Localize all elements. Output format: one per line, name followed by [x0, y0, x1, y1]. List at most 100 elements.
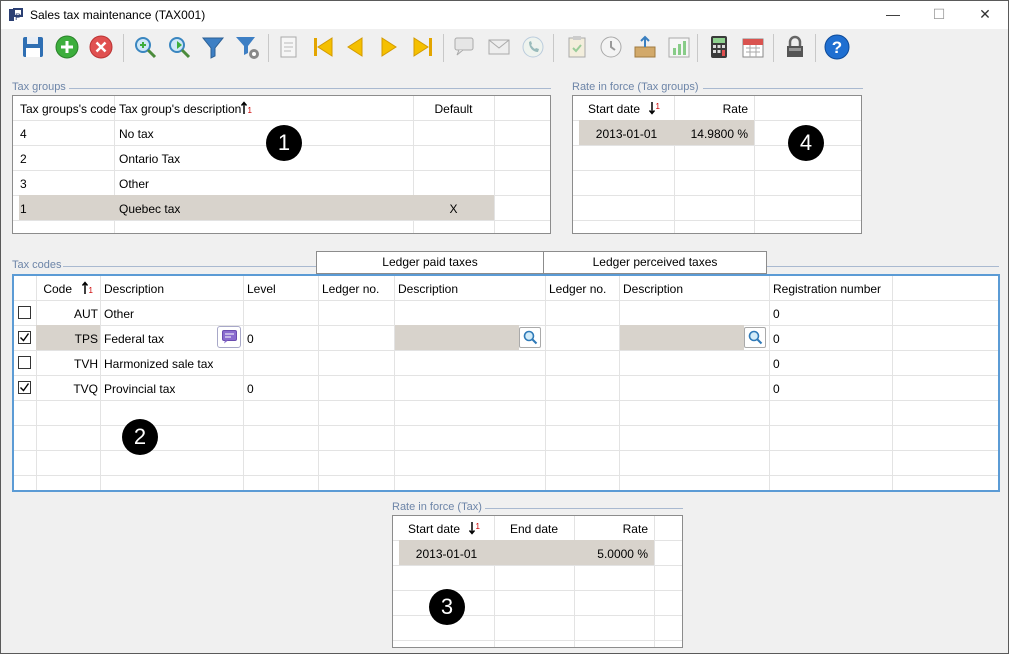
- row-code[interactable]: TVQ: [36, 382, 98, 396]
- delete-icon[interactable]: [87, 33, 115, 61]
- next-record-icon[interactable]: [375, 33, 403, 61]
- tax-groups-grid[interactable]: Tax groups's code Tax group's descriptio…: [12, 95, 551, 234]
- tax-codes-label: Tax codes: [12, 259, 62, 271]
- phone-icon: [519, 33, 547, 61]
- row-checkbox[interactable]: [18, 356, 31, 369]
- paid-ledger-lookup-search-icon[interactable]: [519, 327, 541, 348]
- row-description[interactable]: Federal tax: [104, 332, 164, 346]
- row-level[interactable]: 0: [247, 382, 254, 396]
- rate-groups-grid[interactable]: Start date 1 Rate 2013-01-01 14.9800 %: [572, 95, 862, 234]
- add-icon[interactable]: [53, 33, 81, 61]
- row-code[interactable]: TPS: [36, 332, 98, 346]
- row-checkbox[interactable]: [18, 306, 31, 319]
- filter-settings-icon[interactable]: [233, 33, 261, 61]
- column-header-registration-number[interactable]: Registration number: [773, 282, 881, 296]
- row-code[interactable]: 1: [20, 202, 27, 216]
- previous-record-icon[interactable]: [341, 33, 369, 61]
- calculator-icon[interactable]: [705, 33, 733, 61]
- filter-icon[interactable]: [199, 33, 227, 61]
- sort-ascending-icon: 1: [82, 281, 94, 295]
- callout-badge-3: 3: [429, 589, 465, 625]
- row-rate[interactable]: 14.9800 %: [674, 127, 748, 141]
- svg-text:1: 1: [656, 102, 661, 111]
- close-button[interactable]: ✕: [962, 1, 1008, 29]
- row-default[interactable]: X: [413, 202, 494, 216]
- column-header-paid-ledger-no[interactable]: Ledger no.: [322, 282, 379, 296]
- first-record-icon[interactable]: [309, 33, 337, 61]
- tax-codes-grid[interactable]: Code 1 Description Level Ledger no. Desc…: [12, 274, 1000, 492]
- row-description[interactable]: Harmonized sale tax: [104, 357, 213, 371]
- clipboard-icon: [563, 33, 591, 61]
- column-header-rate[interactable]: Rate: [574, 522, 648, 536]
- row-description[interactable]: Provincial tax: [104, 382, 175, 396]
- callout-badge-2: 2: [122, 419, 158, 455]
- sort-descending-icon: 1: [469, 522, 481, 535]
- main-window: P Sales tax maintenance (TAX001) — ☐ ✕ ?…: [0, 0, 1009, 654]
- perceived-ledger-lookup-search-icon[interactable]: [744, 327, 766, 348]
- row-description[interactable]: Ontario Tax: [119, 152, 180, 166]
- rate-tax-label: Rate in force (Tax): [392, 501, 482, 513]
- column-header-rate[interactable]: Rate: [674, 102, 748, 116]
- search-next-icon[interactable]: [165, 33, 193, 61]
- toolbar: ?: [1, 29, 1008, 67]
- app-logo-icon: P: [9, 8, 23, 22]
- row-registration-number[interactable]: 0: [773, 332, 780, 346]
- column-header-code[interactable]: Tax groups's code: [20, 102, 116, 116]
- help-icon[interactable]: ?: [823, 33, 851, 61]
- window-title: Sales tax maintenance (TAX001): [30, 8, 206, 22]
- row-checkbox[interactable]: [18, 331, 31, 344]
- row-rate[interactable]: 5.0000 %: [574, 547, 648, 561]
- sort-descending-icon: 1: [649, 102, 661, 115]
- svg-text:1: 1: [476, 522, 481, 531]
- column-header-description[interactable]: Tax group's description: [119, 102, 241, 116]
- row-level[interactable]: 0: [247, 332, 254, 346]
- svg-text:P: P: [15, 12, 21, 22]
- row-description[interactable]: No tax: [119, 127, 154, 141]
- row-code[interactable]: TVH: [36, 357, 98, 371]
- svg-text:?: ?: [832, 38, 842, 57]
- rate-groups-label: Rate in force (Tax groups): [572, 81, 699, 93]
- last-record-icon[interactable]: [409, 33, 437, 61]
- row-description[interactable]: Quebec tax: [119, 202, 180, 216]
- column-header-perceived-description[interactable]: Description: [623, 282, 683, 296]
- row-registration-number[interactable]: 0: [773, 307, 780, 321]
- save-icon[interactable]: [19, 33, 47, 61]
- row-start-date[interactable]: 2013-01-01: [399, 547, 494, 561]
- column-header-start-date[interactable]: Start date: [408, 522, 460, 536]
- title-bar: P Sales tax maintenance (TAX001) — ☐ ✕: [1, 1, 1008, 29]
- search-icon[interactable]: [131, 33, 159, 61]
- svg-text:1: 1: [248, 106, 253, 115]
- row-checkbox[interactable]: [18, 381, 31, 394]
- lock-icon[interactable]: [781, 33, 809, 61]
- row-description[interactable]: Other: [119, 177, 149, 191]
- history-icon: [597, 33, 625, 61]
- row-start-date[interactable]: 2013-01-01: [579, 127, 674, 141]
- column-header-perceived-ledger-no[interactable]: Ledger no.: [549, 282, 606, 296]
- ledger-paid-taxes-header: Ledger paid taxes: [316, 251, 544, 274]
- row-registration-number[interactable]: 0: [773, 382, 780, 396]
- callout-badge-1: 1: [266, 125, 302, 161]
- row-description[interactable]: Other: [104, 307, 134, 321]
- row-code[interactable]: 4: [20, 127, 27, 141]
- row-code[interactable]: AUT: [36, 307, 98, 321]
- row-code[interactable]: 3: [20, 177, 27, 191]
- chart-icon: [665, 33, 693, 61]
- column-header-paid-description[interactable]: Description: [398, 282, 458, 296]
- row-registration-number[interactable]: 0: [773, 357, 780, 371]
- report-icon: [275, 33, 303, 61]
- export-icon[interactable]: [631, 33, 659, 61]
- minimize-button[interactable]: —: [870, 1, 916, 29]
- row-code[interactable]: 2: [20, 152, 27, 166]
- comment-icon[interactable]: [217, 326, 241, 348]
- email-icon: [485, 33, 513, 61]
- column-header-level[interactable]: Level: [247, 282, 276, 296]
- maximize-button[interactable]: ☐: [916, 1, 962, 29]
- column-header-description[interactable]: Description: [104, 282, 164, 296]
- tax-groups-label: Tax groups: [12, 81, 66, 93]
- column-header-end-date[interactable]: End date: [494, 522, 574, 536]
- calendar-icon[interactable]: [739, 33, 767, 61]
- column-header-code[interactable]: Code: [36, 282, 72, 296]
- column-header-default[interactable]: Default: [413, 102, 494, 116]
- rate-tax-grid[interactable]: Start date 1 End date Rate 2013-01-01 5.…: [392, 515, 683, 648]
- column-header-start-date[interactable]: Start date: [588, 102, 640, 116]
